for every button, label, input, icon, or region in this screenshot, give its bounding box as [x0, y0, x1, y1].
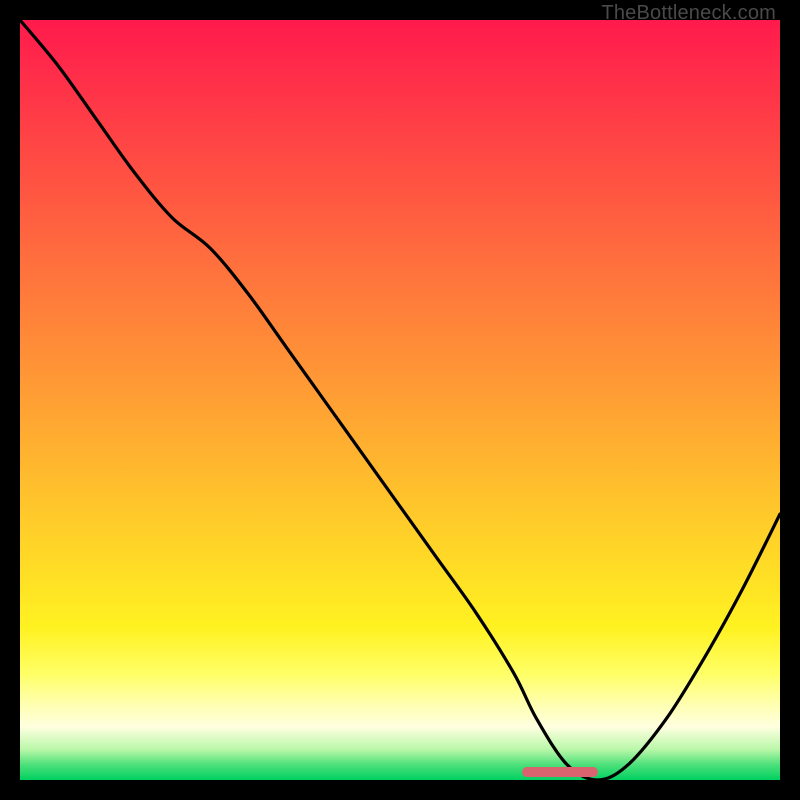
plot-area: [20, 20, 780, 780]
chart-frame: TheBottleneck.com: [0, 0, 800, 800]
bottleneck-curve: [20, 20, 780, 780]
optimum-marker: [522, 767, 598, 777]
